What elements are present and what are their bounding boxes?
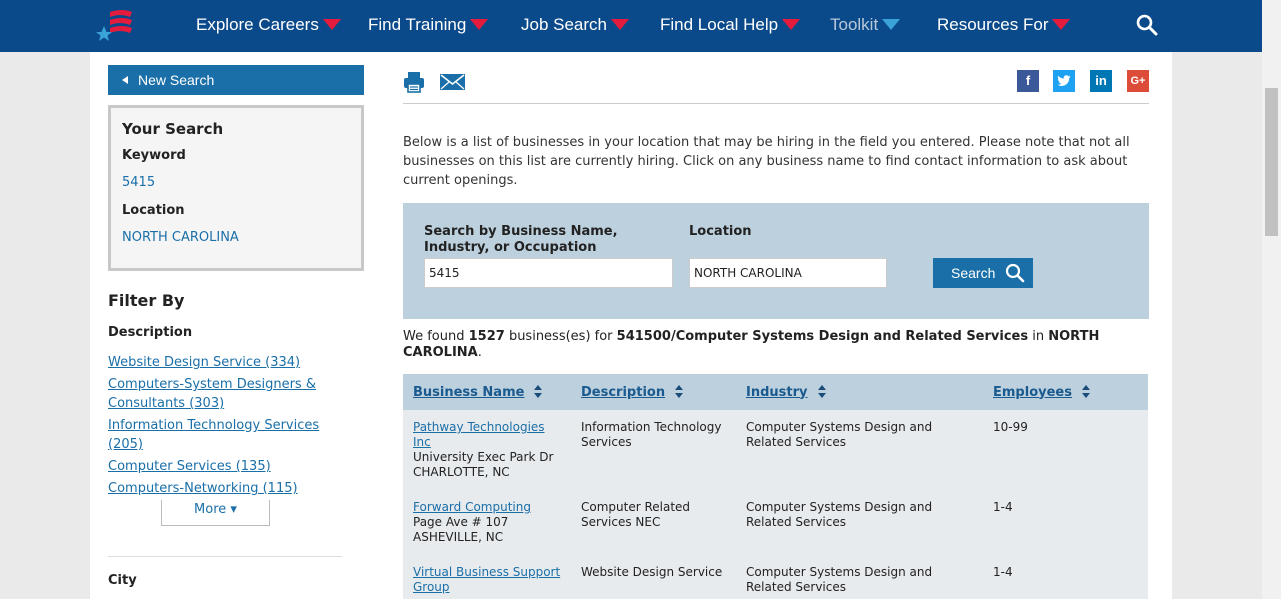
nav-job-search[interactable]: Job Search bbox=[521, 0, 629, 52]
business-city: ASHEVILLE, NC bbox=[413, 530, 504, 544]
business-industry: Computer Systems Design and Related Serv… bbox=[736, 555, 983, 599]
scrollbar-thumb[interactable] bbox=[1265, 88, 1278, 236]
business-description: Website Design Service bbox=[571, 555, 736, 599]
table-row: Forward Computing Page Ave # 107 ASHEVILLE… bbox=[403, 490, 1148, 555]
search-button[interactable]: Search bbox=[933, 258, 1033, 288]
results-table: Business Name Description Industry Emplo… bbox=[403, 374, 1148, 599]
filter-link[interactable]: Computers-Networking (115) bbox=[108, 479, 348, 498]
your-search-title: Your Search bbox=[122, 120, 224, 138]
keyword-value: 5415 bbox=[122, 175, 156, 190]
intro-text: Below is a list of businesses in your lo… bbox=[403, 135, 1130, 188]
filter-by-title: Filter By bbox=[108, 291, 185, 310]
business-address: Page Ave # 107 bbox=[413, 515, 509, 529]
sort-icon bbox=[1081, 385, 1090, 399]
location-label: Location bbox=[122, 203, 185, 218]
facebook-icon[interactable]: f bbox=[1017, 70, 1039, 92]
more-filters-button[interactable]: More ▾ bbox=[161, 500, 270, 526]
top-nav: Explore Careers Find Training Job Search… bbox=[0, 0, 1262, 52]
keyword-label: Keyword bbox=[122, 148, 186, 163]
column-header-business-name[interactable]: Business Name bbox=[403, 374, 571, 410]
column-header-industry[interactable]: Industry bbox=[736, 374, 983, 410]
filter-link[interactable]: Computers-System Designers & Consultants… bbox=[108, 375, 348, 413]
column-header-description[interactable]: Description bbox=[571, 374, 736, 410]
search-icon[interactable] bbox=[1135, 13, 1159, 37]
description-filter-label: Description bbox=[108, 325, 193, 340]
business-employees: 1-4 bbox=[983, 490, 1148, 555]
business-address: University Exec Park Dr bbox=[413, 450, 554, 464]
search-icon bbox=[1005, 263, 1025, 283]
business-industry: Computer Systems Design and Related Serv… bbox=[736, 410, 983, 490]
business-employees: 10-99 bbox=[983, 410, 1148, 490]
filter-link[interactable]: Computer Services (135) bbox=[108, 457, 348, 476]
nav-explore-careers[interactable]: Explore Careers bbox=[196, 0, 341, 52]
nav-resources-for[interactable]: Resources For bbox=[937, 0, 1071, 52]
results-summary: We found 1527 business(es) for 541500/Co… bbox=[403, 329, 1100, 360]
print-icon[interactable] bbox=[402, 70, 426, 94]
chevron-down-icon bbox=[882, 19, 901, 31]
location-input[interactable] bbox=[689, 258, 887, 288]
business-name-link[interactable]: Pathway Technologies Inc bbox=[413, 420, 545, 449]
arrow-left-icon bbox=[122, 76, 128, 85]
business-city: CHARLOTTE, NC bbox=[413, 465, 510, 479]
nav-find-training[interactable]: Find Training bbox=[368, 0, 489, 52]
new-search-button[interactable]: New Search bbox=[108, 65, 364, 95]
search-form: Search by Business Name, Industry, or Oc… bbox=[403, 203, 1149, 319]
nav-find-local-help[interactable]: Find Local Help bbox=[660, 0, 801, 52]
description-filter-list: Website Design Service (334) Computers-S… bbox=[108, 353, 348, 501]
business-description: Information Technology Services bbox=[571, 410, 736, 490]
location-label: Location bbox=[689, 224, 752, 239]
business-name-link[interactable]: Forward Computing bbox=[413, 500, 531, 514]
business-industry: Computer Systems Design and Related Serv… bbox=[736, 490, 983, 555]
chevron-down-icon bbox=[1052, 19, 1071, 31]
linkedin-icon[interactable]: in bbox=[1090, 70, 1112, 92]
twitter-icon[interactable] bbox=[1053, 70, 1075, 92]
divider bbox=[108, 556, 342, 557]
divider bbox=[403, 103, 1149, 104]
business-description: Computer Related Services NEC bbox=[571, 490, 736, 555]
google-plus-icon[interactable]: G+ bbox=[1127, 70, 1149, 92]
your-search-box: Your Search Keyword 5415 Location NORTH … bbox=[108, 105, 364, 271]
chevron-down-icon bbox=[470, 19, 489, 31]
business-employees: 1-4 bbox=[983, 555, 1148, 599]
nav-toolkit[interactable]: Toolkit bbox=[830, 0, 901, 52]
chevron-down-icon bbox=[782, 19, 801, 31]
filter-link[interactable]: Information Technology Services (205) bbox=[108, 416, 348, 454]
business-name-link[interactable]: Virtual Business Support Group bbox=[413, 565, 560, 594]
sort-icon bbox=[534, 385, 543, 399]
column-header-employees[interactable]: Employees bbox=[983, 374, 1148, 410]
email-icon[interactable] bbox=[439, 70, 466, 94]
sort-icon bbox=[817, 385, 826, 399]
sort-icon bbox=[675, 385, 684, 399]
chevron-down-icon bbox=[322, 19, 341, 31]
city-filter-label: City bbox=[108, 573, 137, 588]
table-row: Virtual Business Support Group Website D… bbox=[403, 555, 1148, 599]
chevron-down-icon bbox=[611, 19, 629, 31]
careeronestop-logo-icon[interactable] bbox=[92, 8, 136, 44]
table-row: Pathway Technologies Inc University Exec … bbox=[403, 410, 1148, 490]
location-value: NORTH CAROLINA bbox=[122, 230, 239, 245]
business-search-input[interactable] bbox=[424, 258, 673, 288]
business-search-label: Search by Business Name, Industry, or Oc… bbox=[424, 224, 618, 255]
filter-link[interactable]: Website Design Service (334) bbox=[108, 353, 348, 372]
